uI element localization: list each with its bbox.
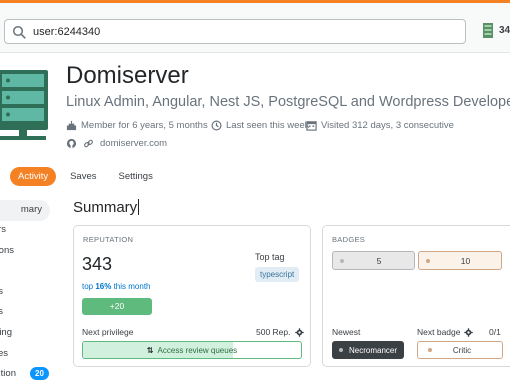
gear-icon[interactable] bbox=[464, 327, 474, 337]
top-tag-chip[interactable]: typescript bbox=[255, 267, 300, 282]
sidebar-item-tags[interactable] bbox=[0, 262, 52, 283]
sidebar-item-articles[interactable]: s bbox=[0, 282, 52, 303]
sidebar-item-answers[interactable]: rs bbox=[0, 220, 52, 241]
next-badge[interactable]: Critic bbox=[417, 341, 503, 359]
topbar-reputation: 34 bbox=[499, 25, 510, 36]
gear-icon[interactable] bbox=[294, 327, 304, 337]
next-privilege-rep: 500 Rep. bbox=[256, 327, 304, 337]
cake-icon bbox=[66, 120, 77, 130]
reputation-count-badge: 20 bbox=[30, 367, 49, 380]
sidebar-item-label: s bbox=[0, 306, 3, 317]
reputation-value: 343 bbox=[82, 254, 113, 274]
profile-links: domiserver.com bbox=[66, 136, 167, 150]
silver-badge-count[interactable]: 5 bbox=[332, 251, 415, 270]
profile-tabs: Activity Saves Settings bbox=[10, 166, 167, 186]
section-title-text: Summary bbox=[73, 199, 138, 216]
last-seen-text: Last seen this week bbox=[226, 119, 310, 131]
sidebar-item-badges[interactable]: s bbox=[0, 302, 52, 323]
badges-heading: BADGES bbox=[332, 235, 366, 244]
top-tag-label: Top tag bbox=[255, 252, 285, 262]
section-title: Summary bbox=[73, 199, 140, 216]
silver-badge-count-text: 5 bbox=[376, 255, 382, 266]
next-privilege-label: Next privilege bbox=[82, 327, 134, 337]
sidebar-item-following[interactable]: ing bbox=[0, 323, 52, 344]
top-percent-suffix: this month bbox=[111, 282, 151, 291]
visited-text: Visited 312 days, 3 consecutive bbox=[321, 119, 454, 131]
topbar-user[interactable]: 34 bbox=[483, 22, 510, 42]
member-for-text: Member for 6 years, 5 months bbox=[81, 119, 208, 131]
sidebar-item-reputation[interactable]: tion 20 bbox=[0, 364, 52, 382]
reputation-change-bar: +20 bbox=[82, 298, 152, 315]
reputation-heading: REPUTATION bbox=[83, 235, 134, 244]
newest-badge-label: Newest bbox=[332, 327, 361, 337]
user-avatar bbox=[0, 64, 56, 144]
profile-name: Domiserver bbox=[66, 62, 189, 89]
newest-badge-name: Necromancer bbox=[349, 345, 398, 355]
bronze-badge-count[interactable]: 10 bbox=[418, 251, 502, 270]
search-icon bbox=[12, 25, 26, 39]
sidebar-item-label: rs bbox=[0, 224, 6, 235]
sidebar-item-questions[interactable]: ons bbox=[0, 241, 52, 262]
next-privilege-name: Access review queues bbox=[157, 345, 238, 355]
sidebar-item-label: ing bbox=[0, 327, 12, 338]
tab-saves[interactable]: Saves bbox=[62, 167, 104, 186]
text-cursor bbox=[138, 199, 140, 215]
tab-activity[interactable]: Activity bbox=[10, 166, 57, 186]
website-link[interactable]: domiserver.com bbox=[100, 138, 167, 149]
link-icon bbox=[84, 139, 93, 147]
sidebar-item-label: ons bbox=[0, 245, 14, 256]
sidebar-item-label: s bbox=[0, 286, 3, 297]
privilege-progress[interactable]: ⇅ Access review queues bbox=[82, 341, 302, 359]
sidebar-item-bounties[interactable]: es bbox=[0, 344, 52, 365]
reputation-card: REPUTATION 343 Top tag typescript top 16… bbox=[73, 225, 311, 367]
tab-settings[interactable]: Settings bbox=[111, 167, 161, 186]
sidebar-item-label: tion bbox=[0, 368, 16, 379]
next-privilege-rep-text: 500 Rep. bbox=[256, 327, 291, 337]
top-percent[interactable]: top 16% this month bbox=[82, 282, 151, 291]
top-percent-value: 16% bbox=[95, 282, 112, 291]
profile-title: Linux Admin, Angular, Nest JS, PostgreSQ… bbox=[66, 94, 510, 110]
last-seen: Last seen this week bbox=[211, 118, 309, 132]
privilege-progress-label: ⇅ Access review queues bbox=[83, 342, 301, 358]
search-box[interactable] bbox=[4, 19, 466, 44]
user-avatar-small bbox=[483, 23, 493, 38]
bronze-badge-count-text: 10 bbox=[460, 255, 471, 266]
clock-icon bbox=[211, 120, 222, 130]
member-for: Member for 6 years, 5 months bbox=[66, 118, 208, 132]
visited: Visited 312 days, 3 consecutive bbox=[306, 118, 454, 132]
next-badge-label: Next badge bbox=[417, 327, 474, 337]
sidebar-item-label: es bbox=[0, 348, 8, 359]
badges-card: BADGES 5 10 Newest Next badge 0/1 Necrom… bbox=[322, 225, 510, 367]
calendar-icon bbox=[306, 120, 317, 131]
search-input[interactable] bbox=[33, 23, 453, 41]
top-percent-prefix: top bbox=[82, 282, 96, 291]
next-badge-progress: 0/1 bbox=[489, 327, 501, 337]
next-badge-label-text: Next badge bbox=[417, 327, 461, 337]
silver-badge-icon bbox=[339, 348, 343, 352]
newest-badge[interactable]: Necromancer bbox=[332, 341, 404, 359]
arrows-icon: ⇅ bbox=[146, 345, 154, 355]
top-accent-bar bbox=[0, 0, 510, 13]
github-icon[interactable] bbox=[66, 138, 77, 149]
sidebar-item-summary[interactable]: mary bbox=[0, 200, 50, 221]
next-badge-name: Critic bbox=[452, 345, 472, 355]
topbar: 34 bbox=[0, 13, 510, 53]
sidebar-item-label: mary bbox=[20, 204, 42, 215]
